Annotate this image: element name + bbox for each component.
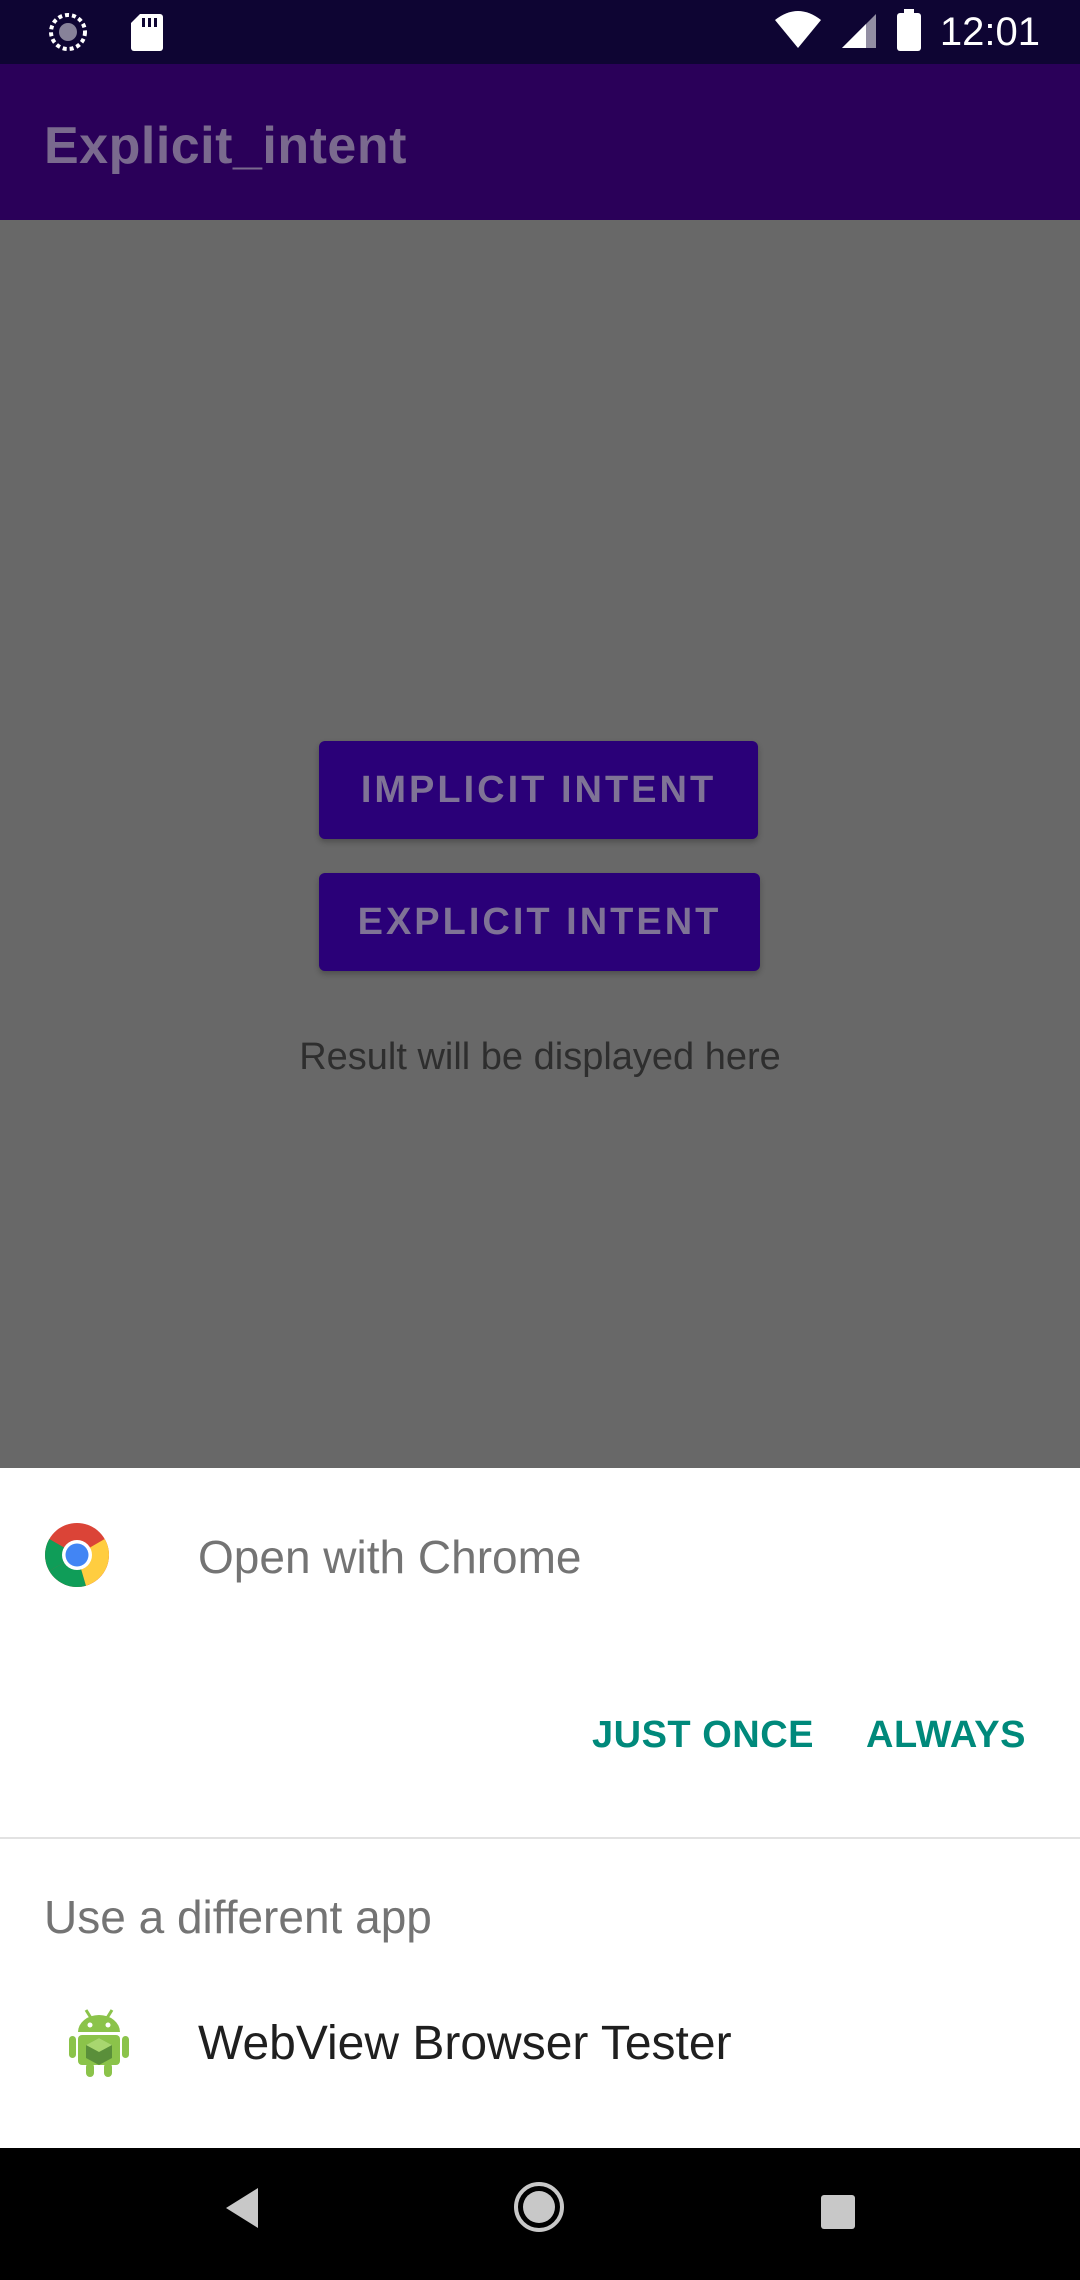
status-left-icons <box>48 12 164 57</box>
open-with-title: Open with Chrome <box>198 1531 582 1583</box>
always-button[interactable]: ALWAYS <box>866 1714 1026 1757</box>
screen: 12:01 Explicit_intent IMPLICIT INTENT EX… <box>0 0 1080 2280</box>
implicit-intent-button[interactable]: IMPLICIT INTENT <box>319 741 758 839</box>
just-once-button[interactable]: JUST ONCE <box>592 1714 814 1757</box>
divider <box>0 1837 1080 1839</box>
signal-icon <box>840 10 878 55</box>
chrome-icon <box>44 1522 110 1588</box>
status-time: 12:01 <box>939 10 1040 54</box>
explicit-intent-button[interactable]: EXPLICIT INTENT <box>319 873 760 971</box>
sync-icon <box>48 12 88 57</box>
battery-icon <box>896 8 922 57</box>
use-different-app-heading: Use a different app <box>44 1891 432 1943</box>
app-list-item-label: WebView Browser Tester <box>198 2017 732 2070</box>
home-icon[interactable] <box>512 2180 566 2239</box>
result-text: Result will be displayed here <box>299 1036 781 1078</box>
main-content-scrim[interactable]: IMPLICIT INTENT EXPLICIT INTENT Result w… <box>0 220 1080 1468</box>
status-bar: 12:01 <box>0 0 1080 64</box>
back-icon[interactable] <box>222 2186 262 2235</box>
navigation-bar <box>0 2148 1080 2280</box>
app-title: Explicit_intent <box>44 117 407 175</box>
app-bar: Explicit_intent <box>0 64 1080 220</box>
app-list-item[interactable]: WebView Browser Tester <box>0 2008 1080 2148</box>
status-right-icons: 12:01 <box>774 8 1040 57</box>
app-chooser-sheet: Open with Chrome JUST ONCE ALWAYS Use a … <box>0 1468 1080 2148</box>
recents-icon[interactable] <box>820 2194 856 2235</box>
sd-card-icon <box>130 12 164 57</box>
android-icon <box>68 2008 130 2078</box>
wifi-icon <box>774 10 822 55</box>
